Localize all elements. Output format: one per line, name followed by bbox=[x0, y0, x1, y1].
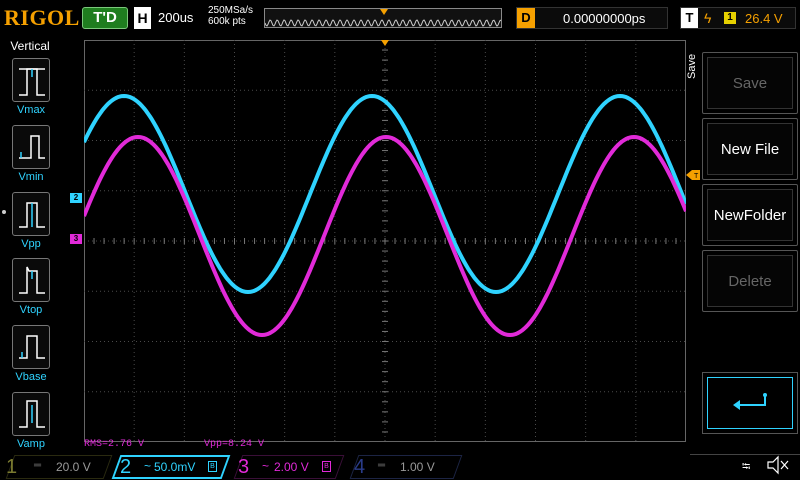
vtop-icon bbox=[12, 258, 50, 302]
ch2-waveform bbox=[84, 94, 686, 294]
top-status-bar: RIGOL T'D H 200us 250MSa/s 600k pts D 0.… bbox=[0, 0, 800, 36]
measure-vbase[interactable]: Vbase bbox=[10, 325, 52, 387]
delay-value: 0.00000000ps bbox=[563, 11, 646, 26]
bandwidth-limit-icon: B bbox=[208, 461, 217, 472]
trigger-settings[interactable]: T ϟ 1 26.4 V bbox=[680, 7, 796, 29]
graticule bbox=[84, 40, 686, 442]
rigol-logo: RIGOL bbox=[4, 5, 80, 30]
speaker-muted-icon[interactable] bbox=[766, 455, 790, 475]
enter-icon bbox=[733, 393, 767, 410]
save-menu: Save Save New File NewFolder Delete bbox=[686, 40, 800, 440]
trigger-status-badge[interactable]: T'D bbox=[82, 7, 128, 29]
vmax-icon bbox=[12, 58, 50, 102]
measure-label: Vbase bbox=[15, 371, 47, 383]
channel-number: 4 bbox=[354, 456, 366, 478]
channel-2-status[interactable]: 2 ~ 50.0mV B bbox=[111, 455, 231, 479]
channel-scale: 1.00 V bbox=[400, 460, 435, 474]
timebase-value: 200us bbox=[158, 10, 194, 25]
measure-category-title: Vertical bbox=[10, 39, 50, 53]
trigger-level: 26.4 V bbox=[745, 11, 783, 26]
measure-label: Vtop bbox=[19, 304, 43, 316]
waveform-memory-overview[interactable] bbox=[264, 8, 502, 28]
vmin-icon bbox=[12, 125, 50, 169]
overview-trigger-marker bbox=[380, 9, 388, 15]
channel-scale: 20.0 V bbox=[56, 460, 91, 474]
measure-result-rms: RMS=2.76 V bbox=[84, 439, 145, 450]
delete-button[interactable]: Delete bbox=[702, 250, 798, 312]
vamp-icon bbox=[12, 392, 50, 436]
scroll-indicator bbox=[2, 210, 6, 214]
new-file-button[interactable]: New File bbox=[702, 118, 798, 180]
channel-3-status[interactable]: 3 ~ 2.00 V B bbox=[232, 455, 345, 479]
measure-label: Vamp bbox=[17, 438, 45, 450]
ch2-offset-marker[interactable]: 2 bbox=[70, 193, 82, 203]
channel-number: 3 bbox=[238, 456, 250, 478]
sample-rate: 250MSa/s bbox=[208, 5, 254, 16]
measure-label: Vmin bbox=[18, 171, 44, 183]
measure-label: Vmax bbox=[16, 104, 46, 116]
trigger-source: 1 bbox=[724, 12, 736, 24]
measure-vamp[interactable]: Vamp bbox=[10, 392, 52, 454]
rising-edge-icon: ϟ bbox=[704, 10, 712, 26]
save-button[interactable]: Save bbox=[702, 52, 798, 114]
trigger-label: T bbox=[681, 8, 698, 28]
channel-number: 1 bbox=[6, 456, 18, 478]
ch3-offset-marker[interactable]: 3 bbox=[70, 234, 82, 244]
measure-vmin[interactable]: Vmin bbox=[10, 125, 52, 187]
measure-label: Vpp bbox=[21, 238, 41, 250]
waveform-display[interactable] bbox=[84, 40, 686, 442]
measure-panel: Vertical Vmax Vmin Vpp Vtop Vbase Vamp bbox=[0, 36, 60, 452]
vpp-icon bbox=[12, 192, 50, 236]
horizontal-delay[interactable]: D 0.00000000ps bbox=[516, 7, 668, 29]
menu-title: Save bbox=[686, 40, 700, 92]
channel-scale: 50.0mV bbox=[154, 460, 196, 474]
overview-waveform bbox=[265, 19, 501, 27]
coupling-ac-icon: ~ bbox=[144, 459, 152, 473]
enter-button[interactable] bbox=[702, 372, 798, 434]
coupling-dc-icon: ═ bbox=[378, 460, 386, 471]
horizontal-label: H bbox=[134, 7, 151, 29]
bandwidth-limit-icon: B bbox=[322, 461, 331, 472]
usb-icon: ⭾ bbox=[742, 461, 751, 473]
measure-result-vpp: Vpp=8.24 V bbox=[204, 439, 265, 450]
measure-vpp[interactable]: Vpp bbox=[10, 192, 52, 254]
channel-scale: 2.00 V bbox=[274, 460, 309, 474]
channel-number: 2 bbox=[120, 456, 132, 478]
vbase-icon bbox=[12, 325, 50, 369]
coupling-ac-icon: ~ bbox=[262, 459, 270, 473]
coupling-dc-icon: ═ bbox=[34, 460, 42, 471]
channel-4-status[interactable]: 4 ═ 1.00 V bbox=[348, 455, 463, 479]
measure-vmax[interactable]: Vmax bbox=[10, 58, 52, 120]
delay-label: D bbox=[517, 8, 535, 28]
channel-1-status[interactable]: 1 ═ 20.0 V bbox=[4, 455, 114, 479]
new-folder-button[interactable]: NewFolder bbox=[702, 184, 798, 246]
memory-depth: 600k pts bbox=[208, 16, 246, 27]
trigger-position-marker bbox=[381, 40, 389, 46]
horizontal-timebase[interactable]: H 200us bbox=[134, 7, 206, 29]
measure-vtop[interactable]: Vtop bbox=[10, 258, 52, 320]
channel-status-bar: 1 ═ 20.0 V 2 ~ 50.0mV B 3 ~ 2.00 V B 4 ═… bbox=[0, 452, 800, 480]
